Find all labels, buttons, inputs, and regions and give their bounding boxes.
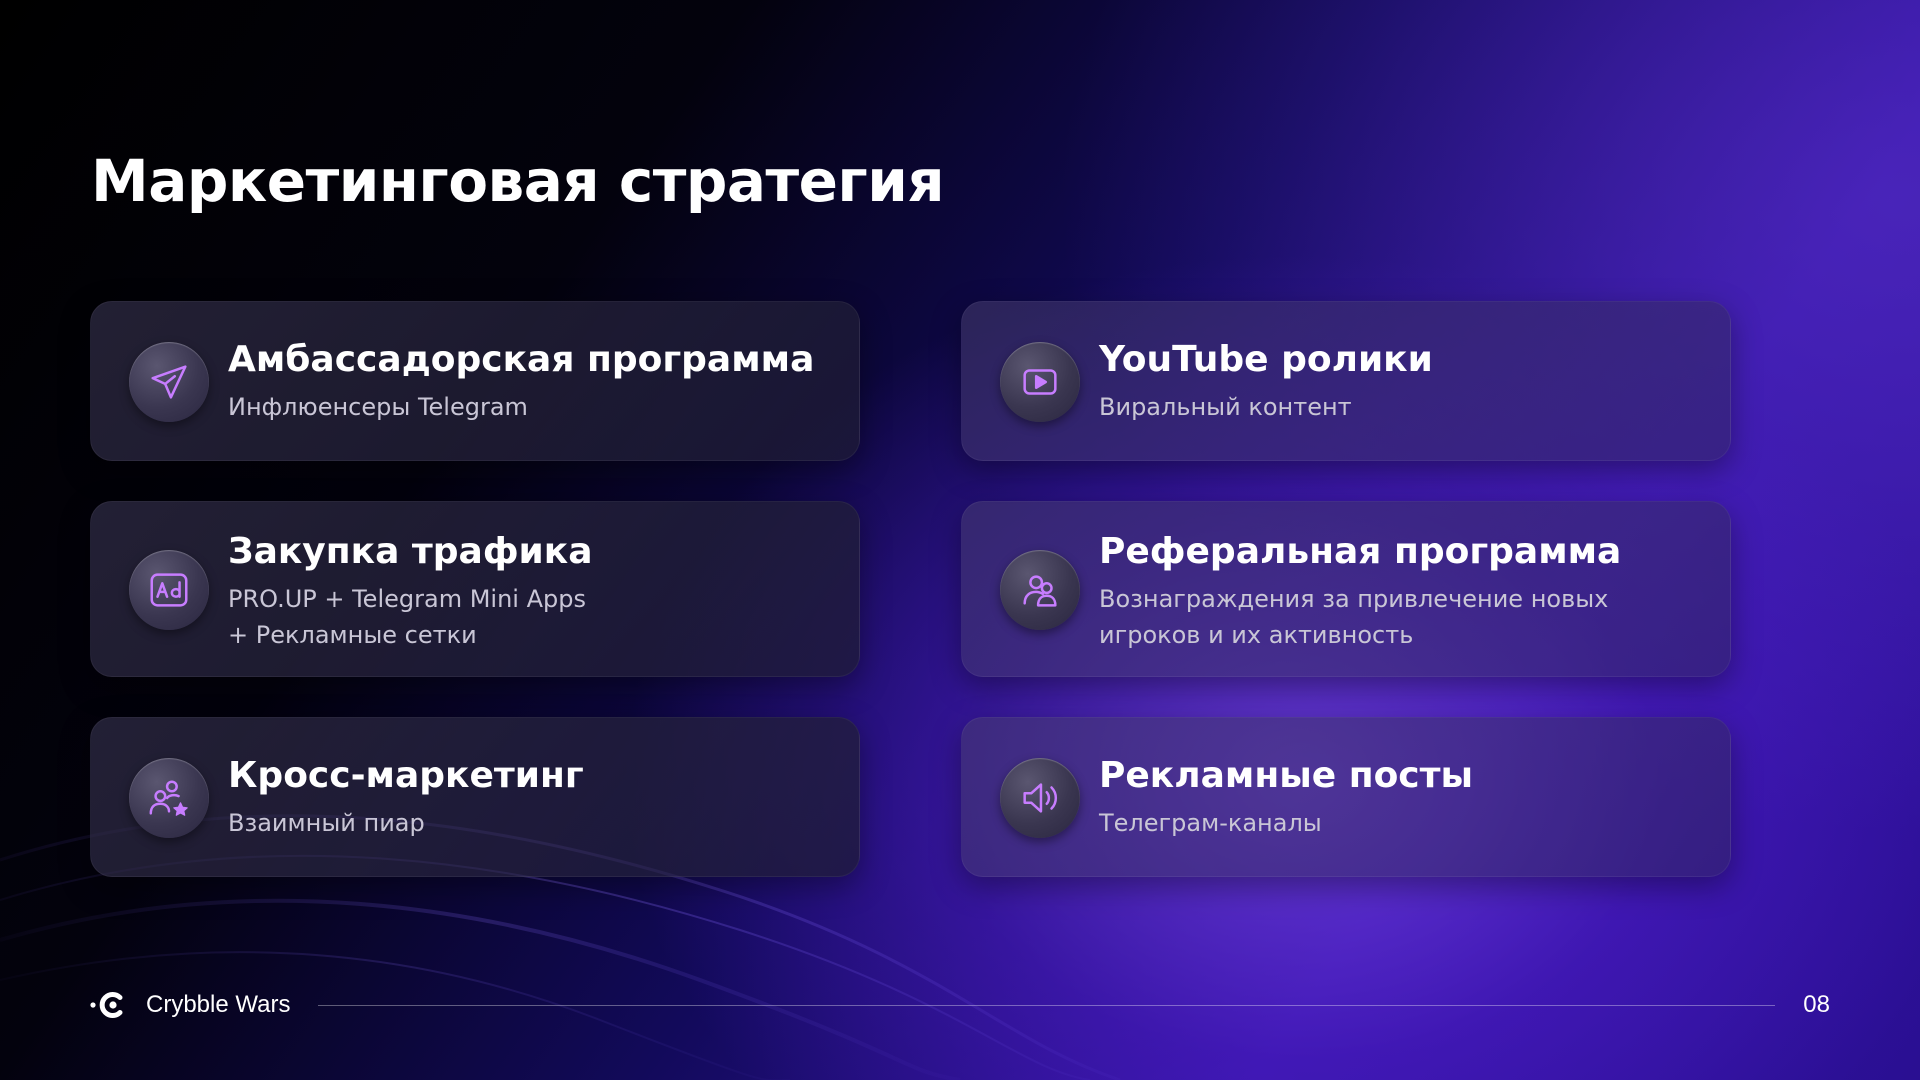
card-title: Рекламные посты [1099, 755, 1474, 796]
card-title: Амбассадорская программа [228, 339, 815, 380]
brand-name: Crybble Wars [146, 991, 291, 1018]
card-subtitle-line: Инфлюенсеры Telegram [228, 393, 528, 422]
card-ad-posts: Рекламные посты Телеграм-каналы [961, 717, 1731, 877]
card-ambassador-program: Амбассадорская программа Инфлюенсеры Tel… [90, 301, 860, 461]
card-title: Закупка трафика [228, 531, 593, 572]
card-referral-program: Реферальная программа Вознаграждения за … [961, 501, 1731, 677]
slide: Маркетинговая стратегия Амбассадорская п… [0, 0, 1920, 1080]
card-icon-badge [1000, 550, 1080, 630]
card-youtube-videos: YouTube ролики Виральный контент [961, 301, 1731, 461]
card-subtitle-line: + Рекламные сетки [228, 621, 477, 650]
page-number: 08 [1803, 991, 1830, 1018]
footer: Crybble Wars 08 [90, 985, 1830, 1025]
speaker-icon [1023, 783, 1058, 813]
card-icon-badge [129, 550, 209, 630]
card-title: Реферальная программа [1099, 531, 1622, 572]
users-star-icon [149, 780, 188, 816]
video-play-icon [1023, 369, 1057, 395]
card-traffic-purchase: Закупка трафика PRO.UP + Telegram Mini A… [90, 501, 860, 677]
footer-divider [318, 1004, 1776, 1006]
card-icon-badge [1000, 758, 1080, 838]
paper-plane-icon [151, 365, 187, 399]
card-subtitle-line: Телеграм-каналы [1099, 809, 1322, 838]
card-icon-badge [129, 758, 209, 838]
card-subtitle-line: Вознаграждения за привлечение новых [1099, 585, 1609, 614]
card-subtitle: Вознаграждения за привлечение новых игро… [1099, 581, 1710, 653]
users-icon [1023, 575, 1057, 607]
ad-icon [150, 573, 188, 607]
card-icon-badge [129, 342, 209, 422]
card-cross-marketing: Кросс-маркетинг Взаимный пиар [90, 717, 860, 877]
card-subtitle-line: Виральный контент [1099, 393, 1352, 422]
card-subtitle: PRO.UP + Telegram Mini Apps + Рекламные … [228, 581, 839, 653]
card-icon-badge [1000, 342, 1080, 422]
card-title: YouTube ролики [1099, 339, 1433, 380]
card-title: Кросс-маркетинг [228, 755, 584, 796]
card-subtitle-line: Взаимный пиар [228, 809, 425, 838]
card-subtitle-line: игроков и их активность [1099, 621, 1414, 650]
brand-logo-icon [90, 992, 123, 1018]
page-title: Маркетинговая стратегия [91, 147, 945, 215]
card-subtitle-line: PRO.UP + Telegram Mini Apps [228, 585, 586, 614]
